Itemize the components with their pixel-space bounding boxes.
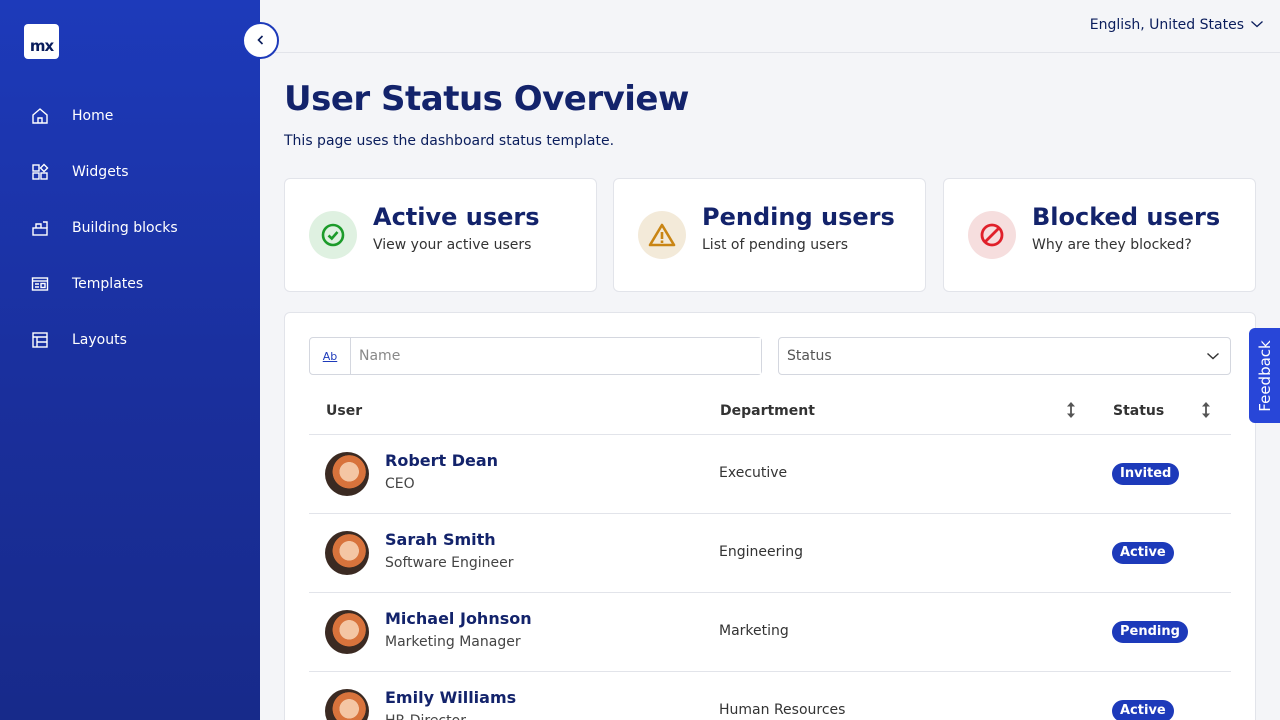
widgets-icon xyxy=(30,162,50,182)
sidebar-item-widgets[interactable]: Widgets xyxy=(0,144,260,200)
sidebar-item-label: Building blocks xyxy=(72,220,178,236)
avatar xyxy=(325,452,369,496)
user-role: Software Engineer xyxy=(385,555,514,571)
name-filter-input[interactable] xyxy=(351,338,761,374)
card-title: Active users xyxy=(373,203,540,231)
sidebar-item-label: Templates xyxy=(72,276,144,292)
sidebar-item-building-blocks[interactable]: Building blocks xyxy=(0,200,260,256)
page-subtitle: This page uses the dashboard status temp… xyxy=(284,133,615,149)
card-title: Blocked users xyxy=(1032,203,1221,231)
name-filter: Ab xyxy=(309,337,762,375)
language-label: English, United States xyxy=(1089,17,1244,33)
avatar xyxy=(325,610,369,654)
column-header-user: User xyxy=(326,403,363,419)
warning-icon xyxy=(638,211,686,259)
user-name[interactable]: Emily Williams xyxy=(385,688,516,707)
status-filter-dropdown[interactable]: Status xyxy=(778,337,1231,375)
user-department: Engineering xyxy=(719,544,803,560)
templates-icon xyxy=(30,274,50,294)
top-bar: English, United States xyxy=(260,0,1280,53)
sidebar-item-label: Layouts xyxy=(72,332,127,348)
sidebar-item-label: Home xyxy=(72,108,114,124)
sidebar: mx Home Widgets Building blocks Template… xyxy=(0,0,260,720)
status-badge: Active xyxy=(1112,700,1174,720)
filter-type-toggle[interactable]: Ab xyxy=(310,338,351,374)
user-department: Executive xyxy=(719,465,788,481)
chevron-down-icon xyxy=(1250,17,1264,33)
column-header-status[interactable]: Status xyxy=(1113,403,1164,419)
column-header-department[interactable]: Department xyxy=(720,403,815,419)
table-row[interactable]: Emily Williams HR Director Human Resourc… xyxy=(309,672,1231,720)
sidebar-item-home[interactable]: Home xyxy=(0,88,260,144)
sidebar-collapse-button[interactable] xyxy=(242,22,279,59)
avatar xyxy=(325,689,369,720)
status-cards: Active users View your active users Pend… xyxy=(284,178,1256,292)
building-blocks-icon xyxy=(30,218,50,238)
status-badge: Pending xyxy=(1112,621,1188,643)
sidebar-item-templates[interactable]: Templates xyxy=(0,256,260,312)
logo-text: mx xyxy=(29,37,54,55)
user-department: Marketing xyxy=(719,623,789,639)
sidebar-item-layouts[interactable]: Layouts xyxy=(0,312,260,368)
blocked-users-card[interactable]: Blocked users Why are they blocked? xyxy=(943,178,1256,292)
sidebar-nav: Home Widgets Building blocks Templates L… xyxy=(0,88,260,368)
status-badge: Active xyxy=(1112,542,1174,564)
sort-icon[interactable] xyxy=(1201,401,1211,423)
user-role: HR Director xyxy=(385,713,466,720)
sort-icon[interactable] xyxy=(1066,401,1076,423)
language-selector[interactable]: English, United States xyxy=(1090,17,1264,33)
user-name[interactable]: Robert Dean xyxy=(385,451,498,470)
status-filter-placeholder: Status xyxy=(787,348,832,364)
check-circle-icon xyxy=(309,211,357,259)
feedback-label: Feedback xyxy=(1255,339,1274,412)
table-row[interactable]: Sarah Smith Software Engineer Engineerin… xyxy=(309,514,1231,593)
card-subtitle: List of pending users xyxy=(702,237,849,253)
table-header: User Department Status xyxy=(309,391,1231,435)
user-name[interactable]: Sarah Smith xyxy=(385,530,496,549)
user-role: CEO xyxy=(385,476,415,492)
user-department: Human Resources xyxy=(719,702,846,718)
home-icon xyxy=(30,106,50,126)
card-title: Pending users xyxy=(702,203,895,231)
table-row[interactable]: Robert Dean CEO Executive Invited xyxy=(309,435,1231,514)
layouts-icon xyxy=(30,330,50,350)
blocked-icon xyxy=(968,211,1016,259)
sidebar-item-label: Widgets xyxy=(72,164,129,180)
page-title: User Status Overview xyxy=(284,79,689,119)
app-logo[interactable]: mx xyxy=(24,24,59,59)
user-name[interactable]: Michael Johnson xyxy=(385,609,532,628)
user-role: Marketing Manager xyxy=(385,634,521,650)
avatar xyxy=(325,531,369,575)
users-table-panel: Ab Status User Department Status Robert … xyxy=(284,312,1256,720)
card-subtitle: View your active users xyxy=(373,237,532,253)
feedback-tab[interactable]: Feedback xyxy=(1249,328,1280,423)
card-subtitle: Why are they blocked? xyxy=(1032,237,1192,253)
table-row[interactable]: Michael Johnson Marketing Manager Market… xyxy=(309,593,1231,672)
chevron-down-icon xyxy=(1206,349,1220,365)
chevron-left-icon xyxy=(255,31,267,50)
active-users-card[interactable]: Active users View your active users xyxy=(284,178,597,292)
pending-users-card[interactable]: Pending users List of pending users xyxy=(613,178,926,292)
status-badge: Invited xyxy=(1112,463,1180,485)
